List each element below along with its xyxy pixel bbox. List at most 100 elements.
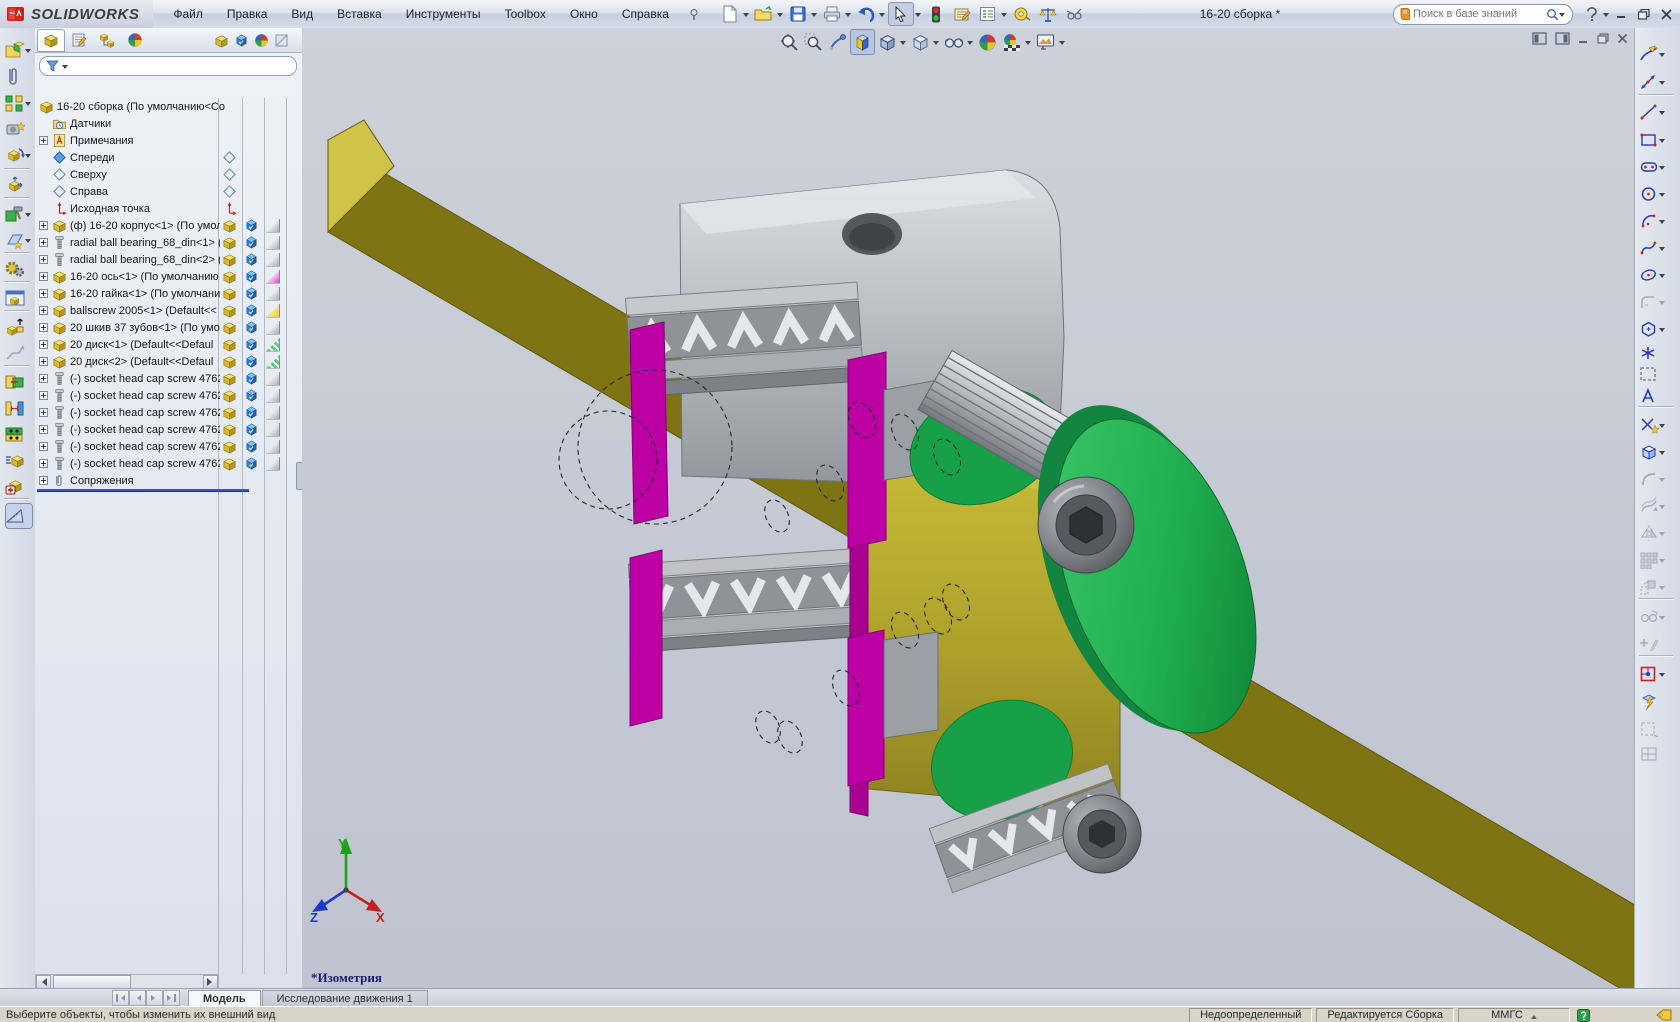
- expand-toggle[interactable]: [39, 391, 48, 400]
- filter-dropdown[interactable]: [62, 64, 68, 72]
- measure-button[interactable]: [1010, 3, 1034, 25]
- tree-item-component-screw1[interactable]: (-) socket head cap screw 4762: [35, 370, 302, 387]
- menu-window[interactable]: Окно: [558, 7, 610, 21]
- interference-detection-icon[interactable]: [5, 370, 31, 394]
- corner-rectangle-icon[interactable]: [1639, 128, 1677, 152]
- grid-settings-icon[interactable]: [1639, 742, 1677, 766]
- new-document-dropdown[interactable]: [742, 12, 749, 20]
- options-button[interactable]: [976, 3, 1000, 25]
- expand-toggle[interactable]: [39, 323, 48, 332]
- tree-item-component-bearing1[interactable]: radial ball bearing_68_din<1> (: [35, 234, 302, 251]
- mate-icon[interactable]: [5, 65, 31, 89]
- expand-toggle[interactable]: [39, 374, 48, 383]
- print-dropdown[interactable]: [844, 12, 851, 20]
- help-dropdown[interactable]: [1603, 12, 1609, 20]
- tab-motion-study-1[interactable]: Исследование движения 1: [261, 990, 428, 1007]
- scroll-right-button[interactable]: [203, 975, 218, 989]
- tree-item-component-gaika[interactable]: 16-20 гайка<1> (По умолчани: [35, 285, 302, 302]
- ellipse-icon[interactable]: [1639, 263, 1677, 287]
- tab-propertymanager[interactable]: [65, 29, 93, 52]
- component-diagnostics-icon[interactable]: [5, 474, 31, 498]
- add-relation-icon[interactable]: [1639, 632, 1677, 656]
- expand-toggle[interactable]: [39, 340, 48, 349]
- last-tab-button[interactable]: [163, 990, 180, 1006]
- edit-appearance-icon[interactable]: [976, 30, 999, 54]
- convert-entities-icon[interactable]: [1639, 440, 1677, 464]
- expand-toggle[interactable]: [39, 408, 48, 417]
- minimize-button[interactable]: [1612, 5, 1632, 23]
- pin-icon[interactable]: [682, 3, 706, 25]
- collapse-panel-icon[interactable]: [191, 34, 205, 46]
- zoom-to-fit-icon[interactable]: [778, 30, 801, 54]
- expand-toggle[interactable]: [39, 255, 48, 264]
- menu-edit[interactable]: Правка: [215, 7, 280, 21]
- selection-box-icon[interactable]: [1639, 362, 1677, 386]
- rotate-view-icon[interactable]: [826, 30, 849, 54]
- quick-tips-icon[interactable]: [1574, 1008, 1592, 1022]
- assemblyxpert-icon[interactable]: [5, 448, 31, 472]
- clearance-verification-icon[interactable]: [5, 396, 31, 420]
- motion-study-icon[interactable]: [5, 286, 31, 310]
- expand-toggle[interactable]: [39, 357, 48, 366]
- circle-icon[interactable]: [1639, 182, 1677, 206]
- select-button[interactable]: [887, 2, 914, 26]
- display-style-dropdown[interactable]: [933, 40, 939, 48]
- view-settings-icon[interactable]: [1034, 30, 1058, 54]
- undo-button[interactable]: [854, 3, 878, 25]
- display-style-icon[interactable]: [909, 30, 932, 54]
- prev-tab-button[interactable]: [129, 990, 146, 1006]
- doc-restore-icon[interactable]: [1597, 33, 1609, 44]
- tree-item-component-ballscrew[interactable]: ballscrew 2005<1> (Default<<: [35, 302, 302, 319]
- tree-item-component-os[interactable]: 16-20 ось<1> (По умолчанию: [35, 268, 302, 285]
- menu-tools[interactable]: Инструменты: [394, 7, 493, 21]
- exploded-view-icon[interactable]: [5, 315, 31, 339]
- menu-insert[interactable]: Вставка: [325, 7, 394, 21]
- tree-item-component-screw6[interactable]: (-) socket head cap screw 4762: [35, 455, 302, 472]
- tree-item-component-disk2[interactable]: 20 диск<2> (Default<<Defaul: [35, 353, 302, 370]
- explode-line-sketch-icon[interactable]: [5, 341, 31, 365]
- tree-item-annotations[interactable]: Примечания: [35, 132, 302, 149]
- tree-item-component-shkiv[interactable]: 20 шкив 37 зубов<1> (По умо: [35, 319, 302, 336]
- straight-slot-icon[interactable]: [1639, 155, 1677, 179]
- options-dropdown[interactable]: [1000, 12, 1007, 20]
- search-icon[interactable]: [1546, 8, 1559, 21]
- tab-featuremanager[interactable]: [37, 28, 65, 52]
- rapid-sketch-icon[interactable]: [1639, 690, 1677, 714]
- mass-properties-button[interactable]: [1036, 3, 1060, 25]
- expand-toggle[interactable]: [39, 306, 48, 315]
- open-document-dropdown[interactable]: [776, 12, 783, 20]
- tree-item-mates[interactable]: Сопряжения: [35, 472, 302, 489]
- tree-item-component-screw2[interactable]: (-) socket head cap screw 4762: [35, 387, 302, 404]
- tree-item-component-disk1[interactable]: 20 диск<1> (Default<<Defaul: [35, 336, 302, 353]
- restore-button[interactable]: [1634, 5, 1654, 23]
- move-component-icon[interactable]: [5, 173, 31, 197]
- tag-icon[interactable]: [1652, 1008, 1676, 1022]
- assembly-3d-model[interactable]: [302, 28, 1634, 988]
- move-with-triad-icon[interactable]: [5, 143, 31, 167]
- linear-component-pattern-icon[interactable]: [5, 91, 31, 115]
- expand-toggle[interactable]: [39, 442, 48, 451]
- next-tab-button[interactable]: [146, 990, 163, 1006]
- text-tool-icon[interactable]: [1639, 384, 1677, 408]
- tree-item-component-korpus[interactable]: (ф) 16-20 корпус<1> (По умол: [35, 217, 302, 234]
- tree-item-front-plane[interactable]: Спереди: [35, 149, 302, 166]
- offset-entities-icon[interactable]: [1639, 494, 1677, 518]
- expand-taskpane-icon[interactable]: [1555, 32, 1570, 45]
- knowledge-search[interactable]: [1393, 3, 1573, 25]
- tab-configurationmanager[interactable]: [93, 29, 121, 52]
- linear-sketch-pattern-icon[interactable]: [1639, 548, 1677, 572]
- instant2d-icon[interactable]: [1639, 717, 1677, 741]
- assembly-features-icon[interactable]: [5, 202, 31, 226]
- new-document-button[interactable]: [718, 3, 742, 25]
- expand-toggle[interactable]: [39, 272, 48, 281]
- display-pane-hide-icon[interactable]: [211, 31, 231, 49]
- fillet-icon[interactable]: [1639, 467, 1677, 491]
- view-orientation-dropdown[interactable]: [900, 40, 906, 48]
- apply-scene-icon[interactable]: [1000, 30, 1024, 54]
- graphics-area[interactable]: Y X Z *Изометрия: [302, 28, 1634, 988]
- insert-component-icon[interactable]: [5, 38, 31, 62]
- tab-displaymanager[interactable]: [121, 29, 149, 52]
- expand-toggle[interactable]: [39, 476, 48, 485]
- tree-item-assembly-root[interactable]: 16-20 сборка (По умолчанию<Со: [35, 98, 302, 115]
- search-dropdown[interactable]: [1559, 12, 1565, 20]
